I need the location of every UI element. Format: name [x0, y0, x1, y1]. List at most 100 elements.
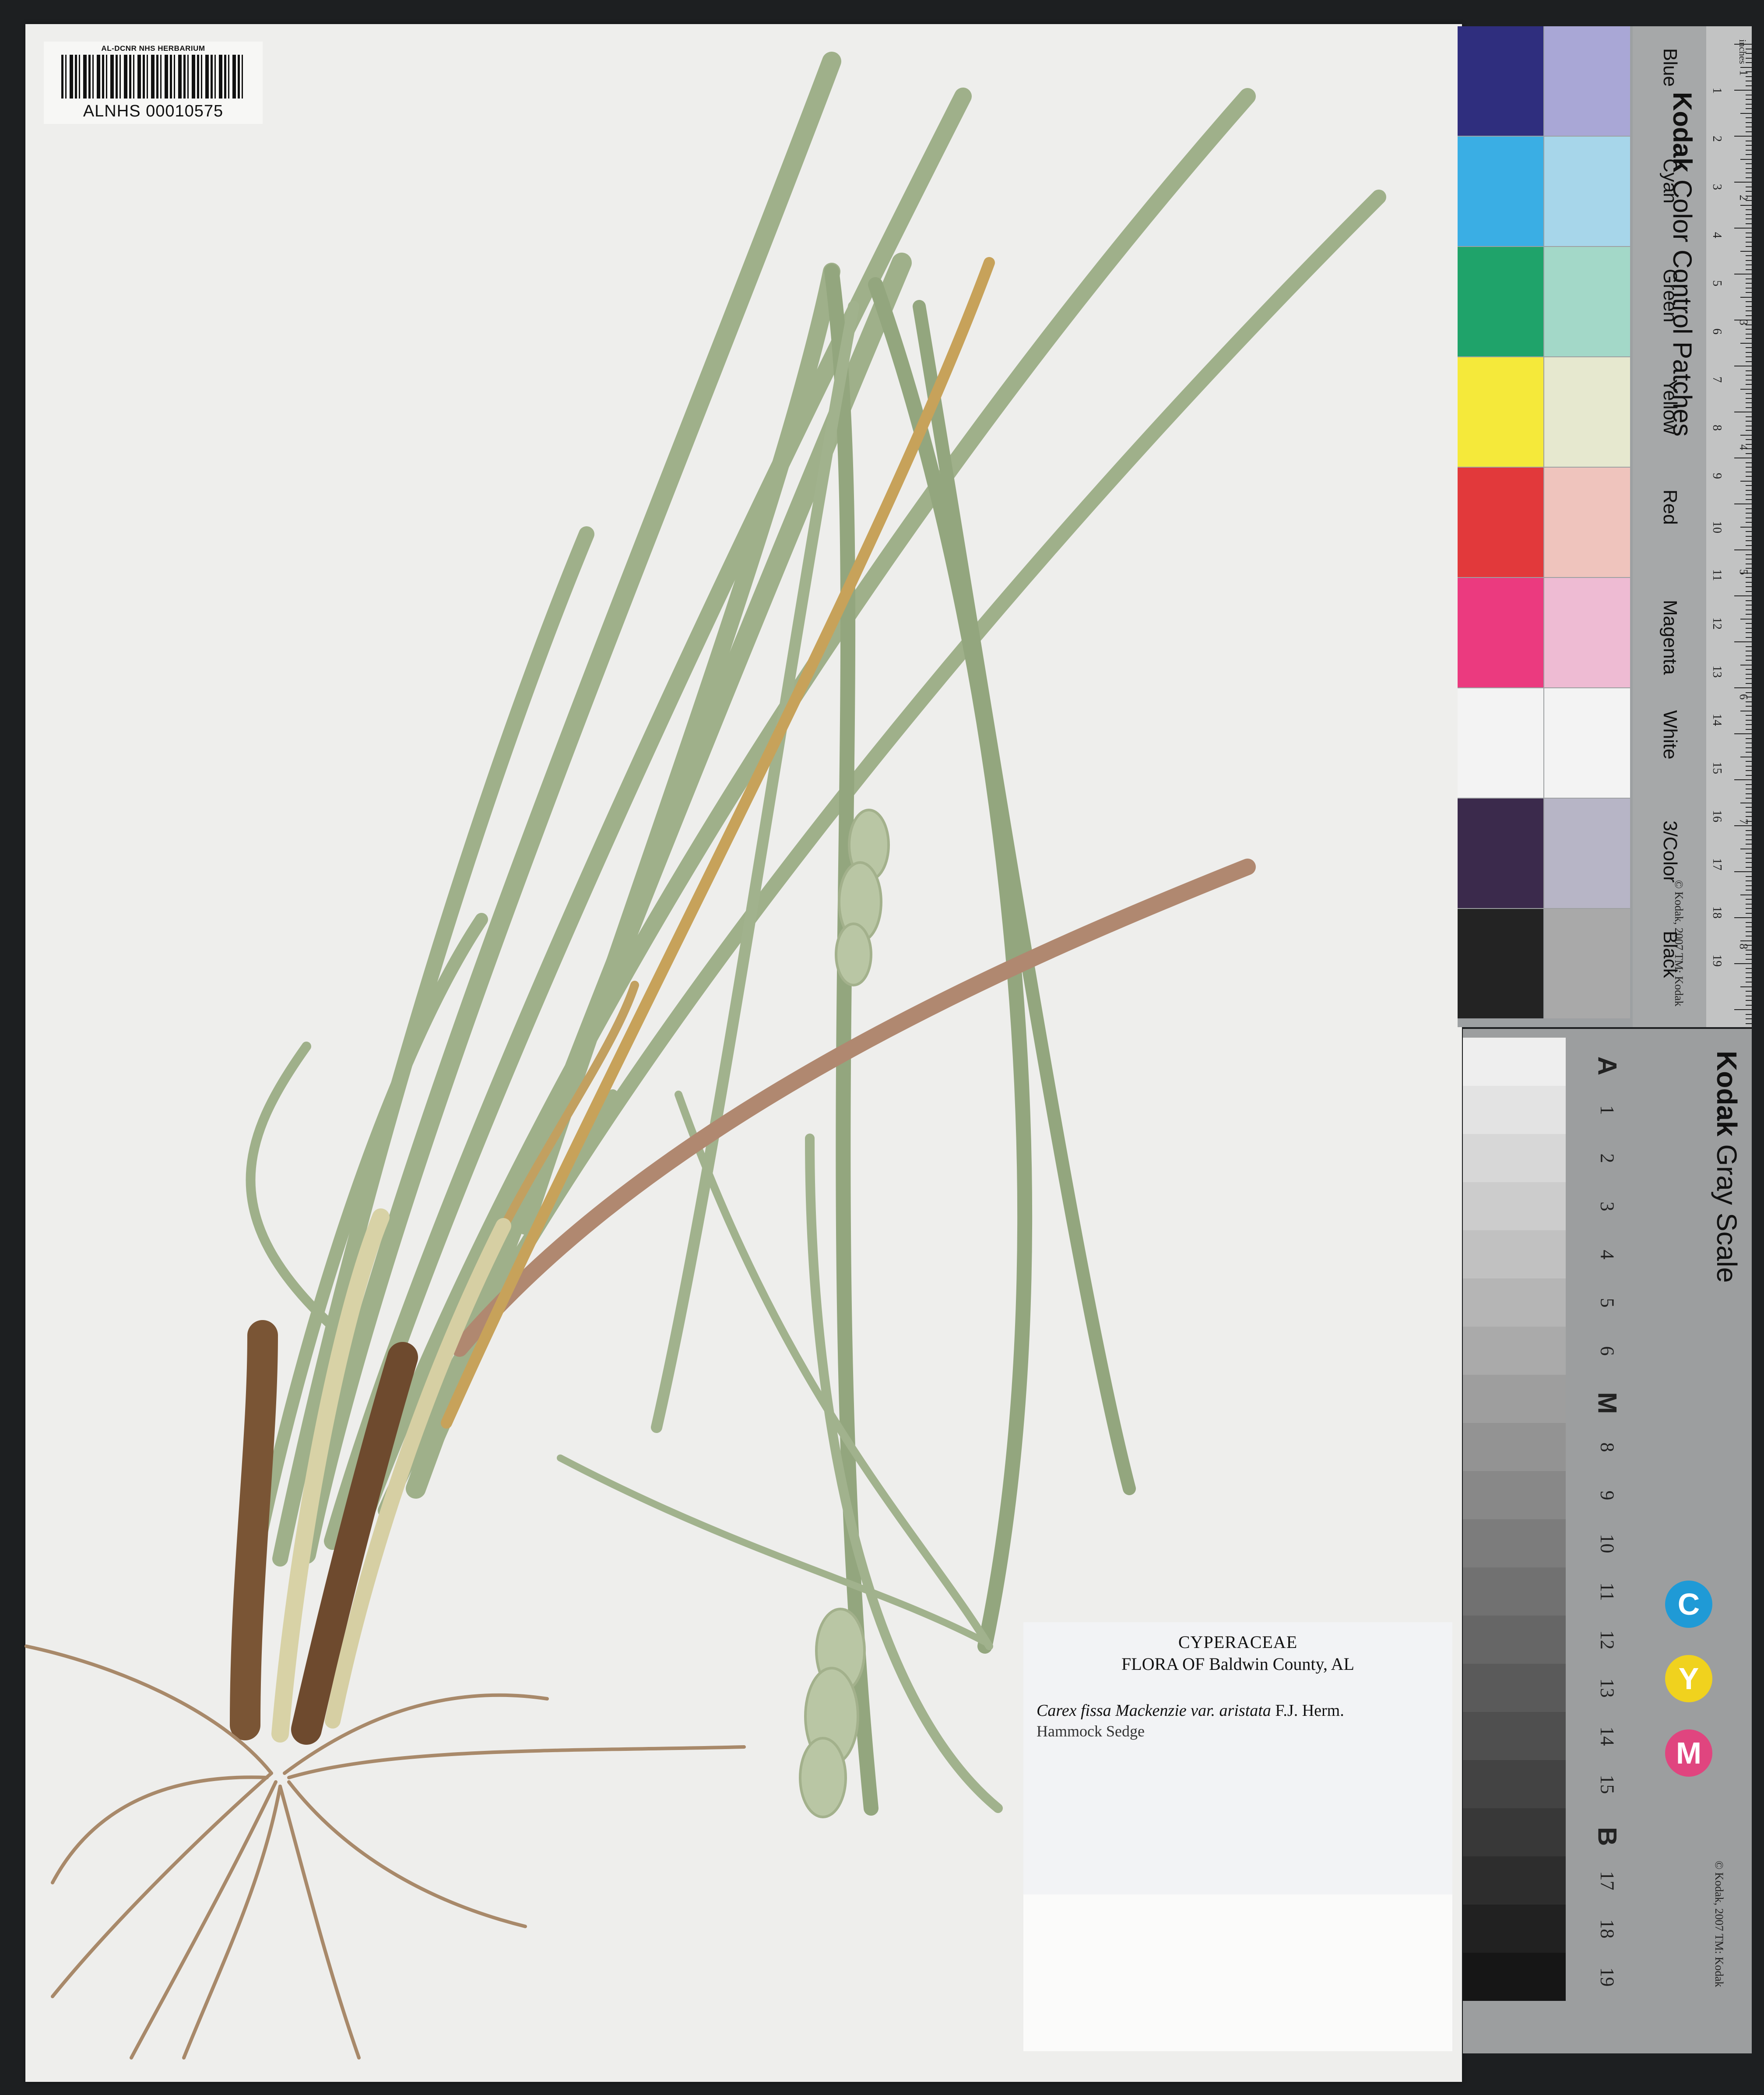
gray-step-label: 18 [1596, 1919, 1618, 1939]
ruler-tick [1746, 384, 1752, 385]
ruler-tick [1734, 549, 1752, 550]
ruler-tick [1746, 485, 1752, 486]
ruler-tick [1746, 439, 1752, 440]
gray-step-swatch [1463, 1182, 1566, 1230]
ruler-tick [1746, 522, 1752, 523]
ruler-tick [1746, 885, 1752, 886]
ruler-cm-number: 5 [1710, 280, 1724, 286]
gray-step-label: 10 [1596, 1534, 1618, 1553]
gray-step-swatch [1463, 1808, 1566, 1856]
ruler-tick [1734, 917, 1752, 918]
ruler-tick [1746, 876, 1752, 877]
ruler-tick [1740, 618, 1752, 620]
ruler-tick [1746, 673, 1752, 675]
ruler-tick [1746, 264, 1752, 265]
gray-step-swatch [1463, 1423, 1566, 1471]
gray-step-label: B [1592, 1827, 1622, 1846]
gray-step-swatch [1463, 1712, 1566, 1760]
gray-step-label: 11 [1596, 1582, 1618, 1601]
ruler-tick [1746, 145, 1752, 146]
ruler-tick [1746, 591, 1752, 592]
gray-step-label: M [1592, 1392, 1622, 1414]
ruler-tick [1746, 246, 1752, 247]
ruler-tick [1746, 430, 1752, 431]
ruler-cm-number: 18 [1710, 906, 1724, 919]
ruler-tick [1746, 237, 1752, 238]
ruler-tick [1746, 287, 1752, 289]
gray-step-label: 12 [1596, 1630, 1618, 1650]
gray-step-swatch [1463, 1230, 1566, 1278]
ruler-tick [1746, 729, 1752, 730]
gray-step-swatch [1463, 1327, 1566, 1375]
ruler-tick [1746, 494, 1752, 495]
gray-step-label: 8 [1596, 1442, 1618, 1452]
ruler-tick [1746, 508, 1752, 509]
ruler-cm-number: 17 [1710, 858, 1724, 870]
ruler-tick [1746, 559, 1752, 560]
ruler-tick [1746, 637, 1752, 638]
ruler-tick [1746, 811, 1752, 813]
ruler-inch-number: 8 [1737, 944, 1750, 949]
ruler-tick [1746, 453, 1752, 454]
color-patch-label: Green [1659, 269, 1681, 323]
ruler-tick [1734, 182, 1752, 183]
gray-step-swatch [1463, 1086, 1566, 1134]
ruler-tick [1734, 641, 1752, 642]
barcode-label: AL-DCNR NHS HERBARIUM ALNHS 00010575 [44, 42, 263, 124]
gray-scale-brand: Kodak [1711, 1051, 1743, 1137]
ruler-tick [1746, 209, 1752, 210]
ruler-cm-number: 8 [1710, 425, 1724, 431]
ruler-tick [1746, 402, 1752, 403]
ruler-tick [1746, 968, 1752, 969]
color-patch-green-dark [1458, 247, 1543, 356]
ruler-tick [1746, 278, 1752, 279]
ruler-cm-number: 4 [1710, 232, 1724, 238]
ruler-tick [1746, 306, 1752, 307]
color-patch-green-light [1544, 247, 1630, 356]
color-patch-magenta-light [1544, 578, 1630, 687]
ruler-tick [1746, 149, 1752, 151]
ruler-tick [1734, 963, 1752, 964]
family-name: CYPERACEAE [1178, 1632, 1298, 1652]
color-patch-label: Yellow [1659, 379, 1681, 434]
gray-step-label: 3 [1596, 1201, 1618, 1211]
gray-step-swatch [1463, 1856, 1566, 1905]
ruler-tick [1734, 90, 1752, 91]
ruler-tick [1746, 899, 1752, 900]
ruler-tick [1746, 535, 1752, 537]
ruler-tick [1740, 434, 1752, 436]
color-card-ruler-panel: Kodak Color Control Patches © Kodak, 200… [1633, 26, 1752, 1098]
ruler-tick [1746, 421, 1752, 422]
ruler-tick [1740, 250, 1752, 252]
ruler-tick [1746, 1000, 1752, 1001]
ruler-cm-number: 16 [1710, 810, 1724, 822]
ruler-tick [1746, 99, 1752, 100]
ruler-tick [1746, 936, 1752, 937]
gray-step-label: 19 [1596, 1967, 1618, 1987]
gray-step-swatch [1463, 1038, 1566, 1086]
ruler-tick [1746, 844, 1752, 845]
ruler-cm-number: 19 [1710, 954, 1724, 967]
color-patch-label: 3/Color [1659, 820, 1681, 883]
gray-step-label: A [1592, 1056, 1622, 1076]
ruler-tick [1746, 563, 1752, 564]
gray-step-label: 2 [1596, 1153, 1618, 1163]
color-patch-black-dark [1458, 909, 1543, 1018]
ruler-tick [1746, 163, 1752, 164]
ruler-tick [1746, 834, 1752, 835]
gray-scale-card: Kodak Gray Scale © Kodak, 2007 TM: Kodak… [1463, 1029, 1752, 2053]
color-patch-3-color-dark [1458, 799, 1543, 908]
ruler-tick [1740, 388, 1752, 390]
gray-step-swatch [1463, 1567, 1566, 1616]
ruler-tick [1746, 577, 1752, 578]
ruler-tick [1746, 260, 1752, 261]
inch-ruler: 1 2 3 4 5 6 7 8 9 10 11 12 13 14 15 16 17 18 19 1 2 3 4 5 6 7 8 inc… [1706, 26, 1752, 1098]
ruler-tick [1746, 586, 1752, 587]
color-patch-cyan-light [1544, 137, 1630, 246]
cmy-dot-y: Y [1665, 1655, 1712, 1702]
flora-title: FLORA OF Baldwin County, AL [1121, 1654, 1354, 1674]
ruler-tick [1746, 315, 1752, 316]
ruler-tick [1746, 816, 1752, 817]
gray-step-swatch [1463, 1134, 1566, 1182]
herbarium-name: AL-DCNR NHS HERBARIUM [101, 44, 205, 53]
